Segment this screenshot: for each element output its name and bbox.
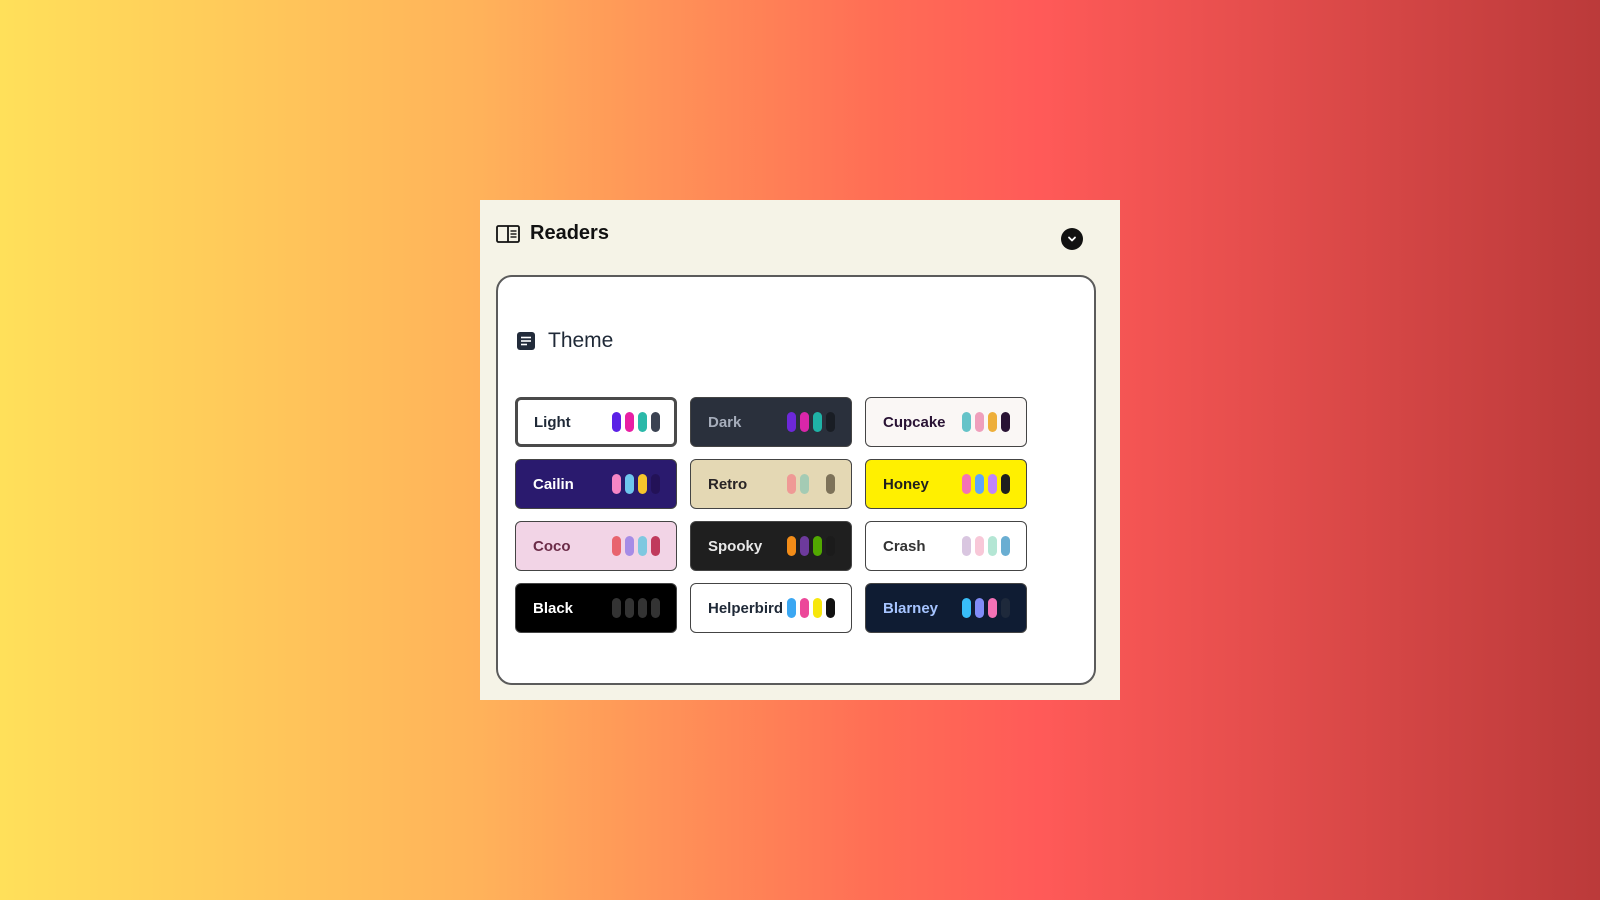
theme-option-spooky[interactable]: Spooky — [690, 521, 852, 571]
chevron-down-icon — [1068, 236, 1076, 242]
color-swatch — [1001, 474, 1010, 494]
color-swatch — [962, 474, 971, 494]
color-swatches — [787, 536, 835, 556]
color-swatches — [612, 412, 660, 432]
theme-option-label: Light — [534, 413, 571, 431]
color-swatch — [975, 598, 984, 618]
collapse-button[interactable] — [1061, 228, 1083, 250]
color-swatch — [988, 474, 997, 494]
theme-option-retro[interactable]: Retro — [690, 459, 852, 509]
color-swatch — [800, 474, 809, 494]
color-swatches — [787, 474, 835, 494]
readers-panel: Readers Theme Light Dark Cupcake Cailin Retr… — [480, 200, 1120, 700]
theme-option-light[interactable]: Light — [515, 397, 677, 447]
color-swatch — [988, 598, 997, 618]
theme-option-label: Black — [533, 599, 574, 617]
panel-title: Readers — [530, 222, 609, 244]
color-swatch — [1001, 598, 1010, 618]
color-swatch — [612, 412, 621, 432]
color-swatch — [612, 474, 621, 494]
color-swatch — [813, 598, 822, 618]
theme-option-label: Cailin — [533, 475, 574, 493]
color-swatches — [612, 474, 660, 494]
color-swatch — [813, 474, 822, 494]
color-swatch — [612, 536, 621, 556]
color-swatch — [813, 412, 822, 432]
color-swatch — [651, 536, 660, 556]
color-swatch — [975, 474, 984, 494]
color-swatch — [975, 536, 984, 556]
color-swatch — [800, 598, 809, 618]
color-swatch — [625, 598, 634, 618]
theme-title: Theme — [548, 329, 614, 352]
color-swatch — [651, 412, 660, 432]
color-swatch — [988, 412, 997, 432]
color-swatches — [962, 474, 1010, 494]
color-swatch — [975, 412, 984, 432]
theme-option-helperbird[interactable]: Helperbird — [690, 583, 852, 633]
color-swatch — [625, 474, 634, 494]
theme-option-label: Retro — [708, 475, 748, 493]
color-swatch — [638, 474, 647, 494]
color-swatches — [612, 598, 660, 618]
theme-option-dark[interactable]: Dark — [690, 397, 852, 447]
color-swatch — [962, 536, 971, 556]
color-swatch — [625, 536, 634, 556]
color-swatch — [800, 536, 809, 556]
theme-option-label: Honey — [883, 475, 929, 493]
color-swatch — [787, 474, 796, 494]
color-swatches — [787, 598, 835, 618]
color-swatch — [988, 536, 997, 556]
color-swatch — [826, 474, 835, 494]
color-swatch — [826, 598, 835, 618]
color-swatch — [638, 412, 647, 432]
theme-option-blarney[interactable]: Blarney — [865, 583, 1027, 633]
theme-grid: Light Dark Cupcake Cailin Retro Honey Coco Spoo… — [515, 397, 1027, 633]
color-swatches — [962, 412, 1010, 432]
theme-option-black[interactable]: Black — [515, 583, 677, 633]
color-swatch — [1001, 536, 1010, 556]
theme-heading: Theme — [516, 329, 613, 353]
theme-option-crash[interactable]: Crash — [865, 521, 1027, 571]
color-swatch — [787, 598, 796, 618]
color-swatch — [787, 412, 796, 432]
color-swatch — [787, 536, 796, 556]
theme-option-label: Blarney — [883, 599, 939, 617]
color-swatch — [813, 536, 822, 556]
theme-option-cupcake[interactable]: Cupcake — [865, 397, 1027, 447]
document-lines-icon — [517, 332, 535, 350]
color-swatch — [826, 536, 835, 556]
theme-option-honey[interactable]: Honey — [865, 459, 1027, 509]
theme-option-cailin[interactable]: Cailin — [515, 459, 677, 509]
color-swatches — [962, 598, 1010, 618]
theme-option-label: Dark — [708, 413, 742, 431]
color-swatch — [962, 412, 971, 432]
theme-card: Theme Light Dark Cupcake Cailin Retro Honey Co… — [496, 275, 1096, 685]
color-swatch — [612, 598, 621, 618]
color-swatch — [651, 598, 660, 618]
color-swatch — [1001, 412, 1010, 432]
panel-header: Readers — [496, 222, 609, 245]
color-swatch — [638, 536, 647, 556]
theme-option-coco[interactable]: Coco — [515, 521, 677, 571]
theme-option-label: Coco — [533, 537, 571, 555]
color-swatch — [638, 598, 647, 618]
book-reader-icon — [496, 224, 520, 243]
color-swatch — [651, 474, 660, 494]
theme-option-label: Helperbird — [708, 599, 784, 617]
color-swatch — [625, 412, 634, 432]
theme-option-label: Crash — [883, 537, 926, 555]
color-swatches — [962, 536, 1010, 556]
color-swatches — [787, 412, 835, 432]
color-swatch — [826, 412, 835, 432]
color-swatch — [962, 598, 971, 618]
color-swatch — [800, 412, 809, 432]
color-swatches — [612, 536, 660, 556]
theme-option-label: Spooky — [708, 537, 763, 555]
theme-option-label: Cupcake — [883, 413, 946, 431]
